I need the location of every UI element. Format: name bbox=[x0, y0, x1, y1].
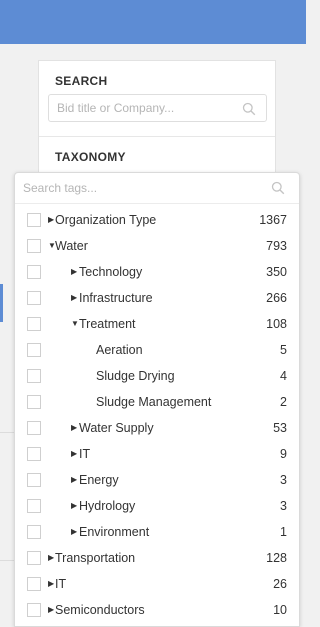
tag-row[interactable]: Sludge Management 2 bbox=[15, 389, 299, 415]
tag-count: 128 bbox=[266, 551, 287, 565]
tag-label: Sludge Drying bbox=[96, 369, 175, 383]
tag-label: Sludge Management bbox=[96, 395, 212, 409]
tag-count: 1 bbox=[280, 525, 287, 539]
search-section-title: SEARCH bbox=[55, 74, 108, 88]
tag-count: 3 bbox=[280, 473, 287, 487]
tag-label: Environment bbox=[79, 525, 150, 539]
tag-label: Semiconductors bbox=[55, 603, 145, 617]
sidebar-divider bbox=[0, 560, 14, 561]
tag-label: IT bbox=[55, 577, 67, 591]
caret-right-icon[interactable]: ▶ bbox=[71, 467, 77, 493]
tag-count: 26 bbox=[273, 577, 287, 591]
tag-checkbox[interactable] bbox=[27, 395, 41, 409]
tag-count: 793 bbox=[266, 239, 287, 253]
tag-row[interactable]: ▶ Water Supply 53 bbox=[15, 415, 299, 441]
caret-right-icon[interactable]: ▶ bbox=[71, 415, 77, 441]
tag-label: Hydrology bbox=[79, 499, 136, 513]
tag-row[interactable]: Aeration 5 bbox=[15, 337, 299, 363]
tag-row[interactable]: ▼ Treatment 108 bbox=[15, 311, 299, 337]
tag-checkbox[interactable] bbox=[27, 343, 41, 357]
tag-row[interactable]: Sludge Drying 4 bbox=[15, 363, 299, 389]
caret-right-icon[interactable]: ▶ bbox=[71, 259, 77, 285]
tag-checkbox[interactable] bbox=[27, 369, 41, 383]
taxonomy-tags-dropdown: ▶Organization Type1367▼Water793▶Technolo… bbox=[14, 172, 300, 627]
tag-row[interactable]: ▼ Water 793 bbox=[15, 233, 299, 259]
tag-label: Water Supply bbox=[79, 421, 154, 435]
caret-right-icon[interactable]: ▶ bbox=[48, 545, 54, 571]
tag-checkbox[interactable] bbox=[27, 421, 41, 435]
tag-row[interactable]: ▶ IT 9 bbox=[15, 441, 299, 467]
tag-label: Technology bbox=[79, 265, 143, 279]
tag-count: 3 bbox=[280, 499, 287, 513]
tag-label: Aeration bbox=[96, 343, 143, 357]
taxonomy-section-title: TAXONOMY bbox=[55, 150, 126, 164]
sidebar-divider bbox=[0, 432, 14, 433]
sidebar-active-indicator bbox=[0, 284, 3, 322]
tag-row[interactable]: ▶ Organization Type 1367 bbox=[15, 207, 299, 233]
tag-row[interactable]: ▶ Transportation 128 bbox=[15, 545, 299, 571]
tag-row[interactable]: ▶ Energy 3 bbox=[15, 467, 299, 493]
tag-count: 350 bbox=[266, 265, 287, 279]
bid-search-input[interactable] bbox=[57, 95, 220, 121]
caret-right-icon[interactable]: ▶ bbox=[71, 285, 77, 311]
tag-count: 2 bbox=[280, 395, 287, 409]
tag-row[interactable]: ▶ IT 26 bbox=[15, 571, 299, 597]
tag-row[interactable]: ▶ Environment 1 bbox=[15, 519, 299, 545]
tag-checkbox[interactable] bbox=[27, 551, 41, 565]
tag-count: 9 bbox=[280, 447, 287, 461]
caret-right-icon[interactable]: ▶ bbox=[71, 493, 77, 519]
tag-checkbox[interactable] bbox=[27, 577, 41, 591]
tag-count: 5 bbox=[280, 343, 287, 357]
bid-search-field[interactable] bbox=[48, 94, 267, 122]
tag-count: 266 bbox=[266, 291, 287, 305]
tag-tree: ▶ Organization Type 1367 ▼ Water 793 ▶ Technolo… bbox=[15, 207, 299, 623]
tag-label: Infrastructure bbox=[79, 291, 153, 305]
section-divider bbox=[39, 136, 275, 137]
caret-right-icon[interactable]: ▶ bbox=[71, 519, 77, 545]
tag-label: IT bbox=[79, 447, 91, 461]
tag-row[interactable]: ▶ Infrastructure 266 bbox=[15, 285, 299, 311]
tag-label: Energy bbox=[79, 473, 119, 487]
tag-checkbox[interactable] bbox=[27, 265, 41, 279]
tag-checkbox[interactable] bbox=[27, 525, 41, 539]
caret-right-icon[interactable]: ▶ bbox=[71, 441, 77, 467]
tag-checkbox[interactable] bbox=[27, 291, 41, 305]
caret-right-icon[interactable]: ▶ bbox=[48, 571, 54, 597]
tag-label: Transportation bbox=[55, 551, 136, 565]
tag-count: 10 bbox=[273, 603, 287, 617]
tag-checkbox[interactable] bbox=[27, 317, 41, 331]
tag-row[interactable]: ▶ Semiconductors 10 bbox=[15, 597, 299, 623]
tags-search-field[interactable] bbox=[15, 173, 299, 204]
caret-down-icon[interactable]: ▼ bbox=[71, 311, 79, 337]
tag-count: 53 bbox=[273, 421, 287, 435]
tag-label: Treatment bbox=[79, 317, 136, 331]
tag-checkbox[interactable] bbox=[27, 447, 41, 461]
tag-checkbox[interactable] bbox=[27, 213, 41, 227]
tag-checkbox[interactable] bbox=[27, 603, 41, 617]
tag-checkbox[interactable] bbox=[27, 473, 41, 487]
top-header-bar bbox=[0, 0, 306, 44]
search-icon[interactable] bbox=[271, 181, 285, 195]
caret-right-icon[interactable]: ▶ bbox=[48, 207, 54, 233]
tag-checkbox[interactable] bbox=[27, 499, 41, 513]
tag-checkbox[interactable] bbox=[27, 239, 41, 253]
caret-right-icon[interactable]: ▶ bbox=[48, 597, 54, 623]
tag-count: 1367 bbox=[259, 213, 287, 227]
tags-search-input[interactable] bbox=[23, 173, 236, 203]
tag-label: Organization Type bbox=[55, 213, 157, 227]
tag-row[interactable]: ▶ Technology 350 bbox=[15, 259, 299, 285]
tag-label: Water bbox=[55, 239, 88, 253]
tag-count: 4 bbox=[280, 369, 287, 383]
search-icon[interactable] bbox=[242, 102, 256, 116]
tag-count: 108 bbox=[266, 317, 287, 331]
tag-row[interactable]: ▶ Hydrology 3 bbox=[15, 493, 299, 519]
